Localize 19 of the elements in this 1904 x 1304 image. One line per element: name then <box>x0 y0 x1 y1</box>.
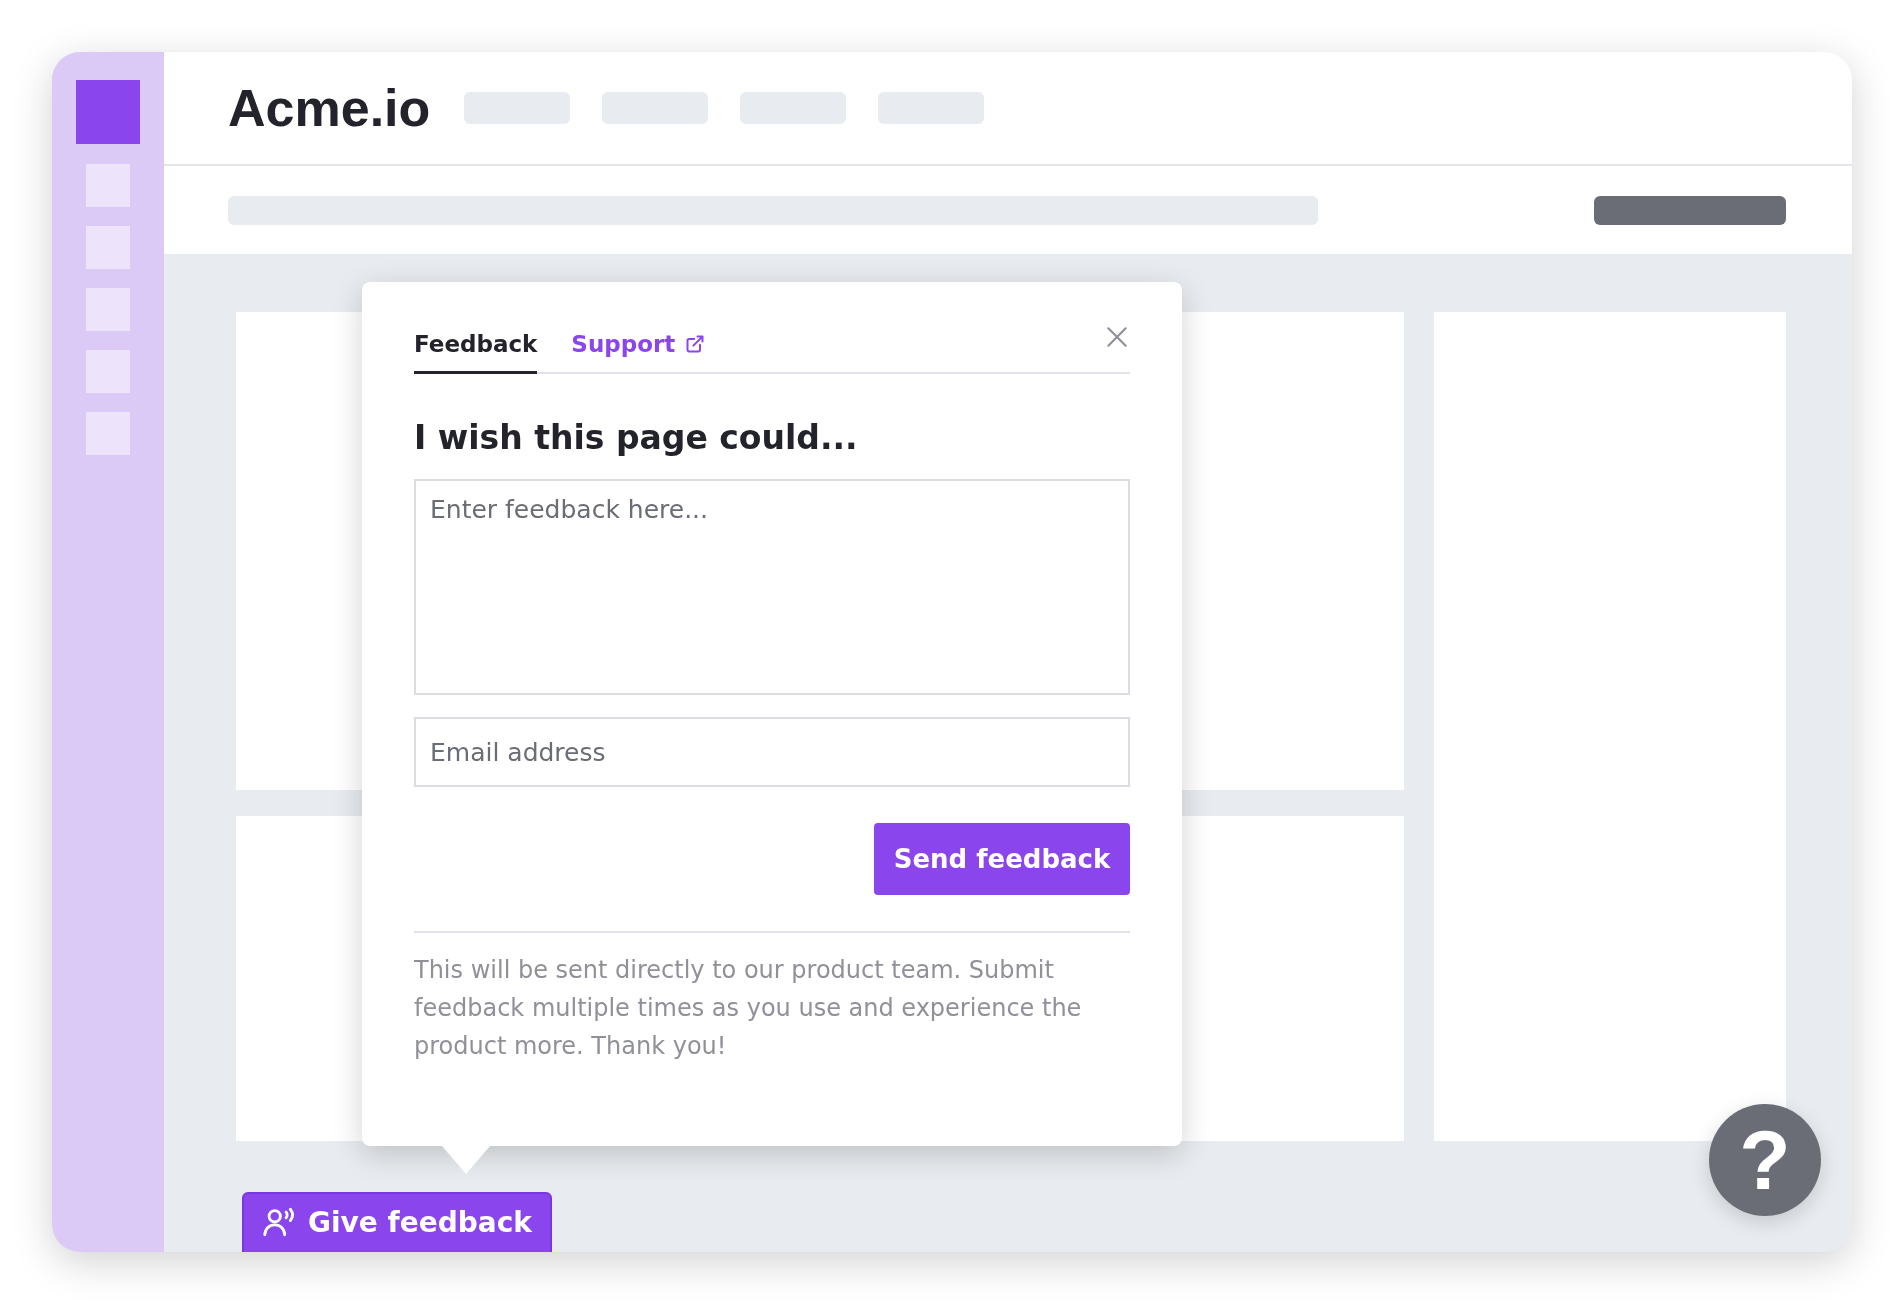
panel-heading: I wish this page could... <box>414 418 859 457</box>
email-field[interactable]: Email address <box>414 717 1130 787</box>
sidebar-item[interactable] <box>86 412 130 455</box>
action-placeholder[interactable] <box>1594 195 1786 225</box>
sidebar-item[interactable] <box>86 350 130 393</box>
sidebar-item[interactable] <box>86 288 130 331</box>
close-button[interactable] <box>1104 324 1130 350</box>
feedback-textarea[interactable]: Enter feedback here... <box>414 479 1130 695</box>
person-speaking-icon <box>262 1205 296 1239</box>
give-feedback-button[interactable]: Give feedback <box>242 1192 552 1252</box>
help-button[interactable]: ? <box>1709 1104 1821 1216</box>
sidebar-item[interactable] <box>86 164 130 207</box>
sidebar-item[interactable] <box>86 226 130 269</box>
logo-square[interactable] <box>76 80 140 144</box>
info-note: This will be sent directly to our product team. Submit feedback multiple times as you use and experience the product more. Thank you! <box>414 955 1083 1062</box>
send-feedback-button[interactable]: Send feedback <box>874 823 1130 895</box>
tab[interactable]: Support <box>571 331 706 374</box>
brand-name: Acme.io <box>228 78 431 138</box>
tab[interactable]: Feedback <box>414 331 538 374</box>
